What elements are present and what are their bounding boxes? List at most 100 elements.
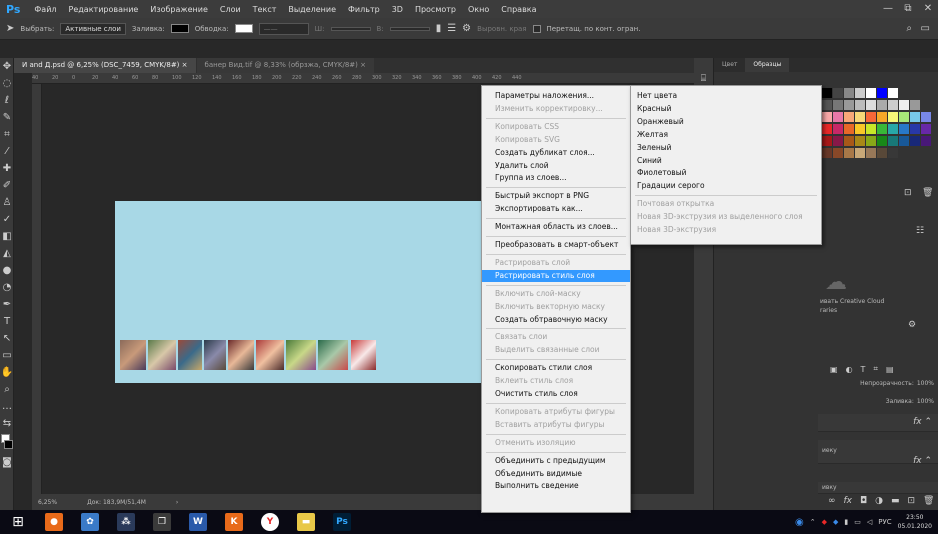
fill-swatch[interactable]	[170, 24, 189, 33]
select-dropdown[interactable]: Активные слои	[60, 22, 126, 35]
gear-icon[interactable]: ⚙	[462, 23, 471, 34]
swatch[interactable]	[888, 100, 898, 110]
tab-document-1[interactable]: И and Д.psd @ 6,25% (DSC_7459, CMYK/8#) …	[14, 58, 196, 73]
swatch[interactable]	[899, 136, 909, 146]
taskbar-app[interactable]: ✿	[72, 510, 108, 534]
menu-window[interactable]: Окно	[462, 5, 495, 14]
zoom-level[interactable]: 6,25%	[38, 499, 57, 506]
swatch[interactable]	[888, 148, 898, 158]
height-field[interactable]	[389, 26, 430, 31]
menu-image[interactable]: Изображение	[144, 5, 214, 14]
swatch[interactable]	[822, 112, 832, 122]
minimize-icon[interactable]: —	[878, 0, 898, 18]
swatch[interactable]	[877, 136, 887, 146]
taskbar-app[interactable]: Ps	[324, 510, 360, 534]
more-tools-icon[interactable]: …	[0, 398, 14, 415]
add-mask-icon[interactable]: ◘	[860, 496, 867, 506]
zoom-icon[interactable]: ⌕	[0, 381, 14, 398]
swatch[interactable]	[822, 136, 832, 146]
tray-icon[interactable]: ◆	[833, 518, 838, 526]
swatch[interactable]	[910, 124, 920, 134]
fill-value[interactable]: 100%	[917, 398, 934, 410]
arrange-icon[interactable]: ☰	[447, 23, 456, 34]
language-indicator[interactable]: РУС	[878, 518, 891, 526]
swatch[interactable]	[844, 100, 854, 110]
marquee-icon[interactable]: ◌	[0, 75, 14, 92]
tray-icon[interactable]: ◉	[795, 517, 804, 528]
menu-item-7[interactable]: Удалить слой	[482, 160, 630, 172]
opacity-value[interactable]: 100%	[917, 380, 934, 392]
swatch[interactable]	[822, 100, 832, 110]
menu-filter[interactable]: Фильтр	[342, 5, 386, 14]
tab-swatches[interactable]: Образцы	[745, 58, 790, 72]
swatch[interactable]	[833, 112, 843, 122]
taskbar-app[interactable]: ⁂	[108, 510, 144, 534]
status-arrow-icon[interactable]: ›	[176, 499, 178, 506]
swatch[interactable]	[855, 136, 865, 146]
swatch[interactable]	[888, 136, 898, 146]
taskbar-app[interactable]: K	[216, 510, 252, 534]
move-tool-icon[interactable]: ➤	[6, 23, 14, 34]
pen-icon[interactable]: ✒	[0, 296, 14, 313]
swatch[interactable]	[910, 136, 920, 146]
taskbar-app[interactable]: W	[180, 510, 216, 534]
swatch[interactable]	[822, 88, 832, 98]
swatch[interactable]	[899, 100, 909, 110]
menu-view[interactable]: Просмотр	[409, 5, 462, 14]
tray-icon[interactable]: ◆	[822, 518, 827, 526]
cc-settings-icon[interactable]: ⚙	[908, 320, 916, 330]
layer-row[interactable]: иеку fx ⌃	[818, 440, 938, 466]
swatch[interactable]	[877, 148, 887, 158]
swatch[interactable]	[877, 100, 887, 110]
swatch[interactable]	[844, 124, 854, 134]
clock[interactable]: 23:50 05.01.2020	[898, 513, 932, 531]
menu-item-4[interactable]: Желтая	[631, 129, 821, 141]
color-swatches-icon[interactable]	[0, 432, 14, 454]
menu-file[interactable]: Файл	[28, 5, 62, 14]
healing-icon[interactable]: ✚	[0, 160, 14, 177]
menu-item-15[interactable]: Преобразовать в смарт-объект	[482, 239, 630, 251]
menu-item-1[interactable]: Нет цвета	[631, 90, 821, 102]
menu-edit[interactable]: Редактирование	[63, 5, 145, 14]
swatch[interactable]	[921, 124, 931, 134]
taskbar-app[interactable]: ▬	[288, 510, 324, 534]
filter-type-icon[interactable]: T	[861, 365, 866, 374]
fx-icon[interactable]: fx ⌃	[913, 417, 932, 427]
swatch[interactable]	[855, 100, 865, 110]
tab-document-2[interactable]: банер Вид.tif @ 8,33% (обрзжа, CMYK/8#) …	[196, 58, 374, 73]
menu-item-10[interactable]: Быстрый экспорт в PNG	[482, 190, 630, 202]
swatch[interactable]	[822, 124, 832, 134]
stroke-width-field[interactable]: ——	[258, 22, 309, 35]
swatch[interactable]	[833, 124, 843, 134]
blur-icon[interactable]: ●	[0, 262, 14, 279]
menu-item-13[interactable]: Монтажная область из слоев...	[482, 221, 630, 233]
swatch[interactable]	[899, 124, 909, 134]
menu-item-18[interactable]: Растрировать стиль слоя	[482, 269, 630, 282]
swatch[interactable]	[866, 136, 876, 146]
menu-item-27[interactable]: Скопировать стили слоя	[482, 362, 630, 374]
swatch[interactable]	[855, 112, 865, 122]
menu-item-37[interactable]: Объединить видимые	[482, 468, 630, 480]
swatch[interactable]	[866, 124, 876, 134]
history-icon[interactable]: ⌸	[694, 74, 713, 84]
stroke-swatch[interactable]	[234, 24, 253, 33]
menu-item-36[interactable]: Объединить с предыдущим	[482, 455, 630, 467]
libraries-menu-icon[interactable]: ☷	[916, 226, 924, 236]
search-icon[interactable]: ⌕	[906, 23, 912, 34]
swatch[interactable]	[844, 136, 854, 146]
menu-item-38[interactable]: Выполнить сведение	[482, 480, 630, 492]
filter-adjust-icon[interactable]: ◐	[846, 365, 853, 374]
restore-icon[interactable]: ⧉	[898, 0, 918, 18]
menu-select[interactable]: Выделение	[282, 5, 342, 14]
document-canvas[interactable]	[115, 201, 493, 383]
swatch[interactable]	[855, 124, 865, 134]
gradient-icon[interactable]: ◭	[0, 245, 14, 262]
close-icon[interactable]: ✕	[918, 0, 938, 18]
swatch[interactable]	[877, 112, 887, 122]
menu-item-1[interactable]: Параметры наложения...	[482, 90, 630, 102]
swatch[interactable]	[822, 148, 832, 158]
menu-item-8[interactable]: Группа из слоев...	[482, 172, 630, 184]
swatch[interactable]	[844, 88, 854, 98]
eraser-icon[interactable]: ◧	[0, 228, 14, 245]
swatch[interactable]	[833, 88, 843, 98]
